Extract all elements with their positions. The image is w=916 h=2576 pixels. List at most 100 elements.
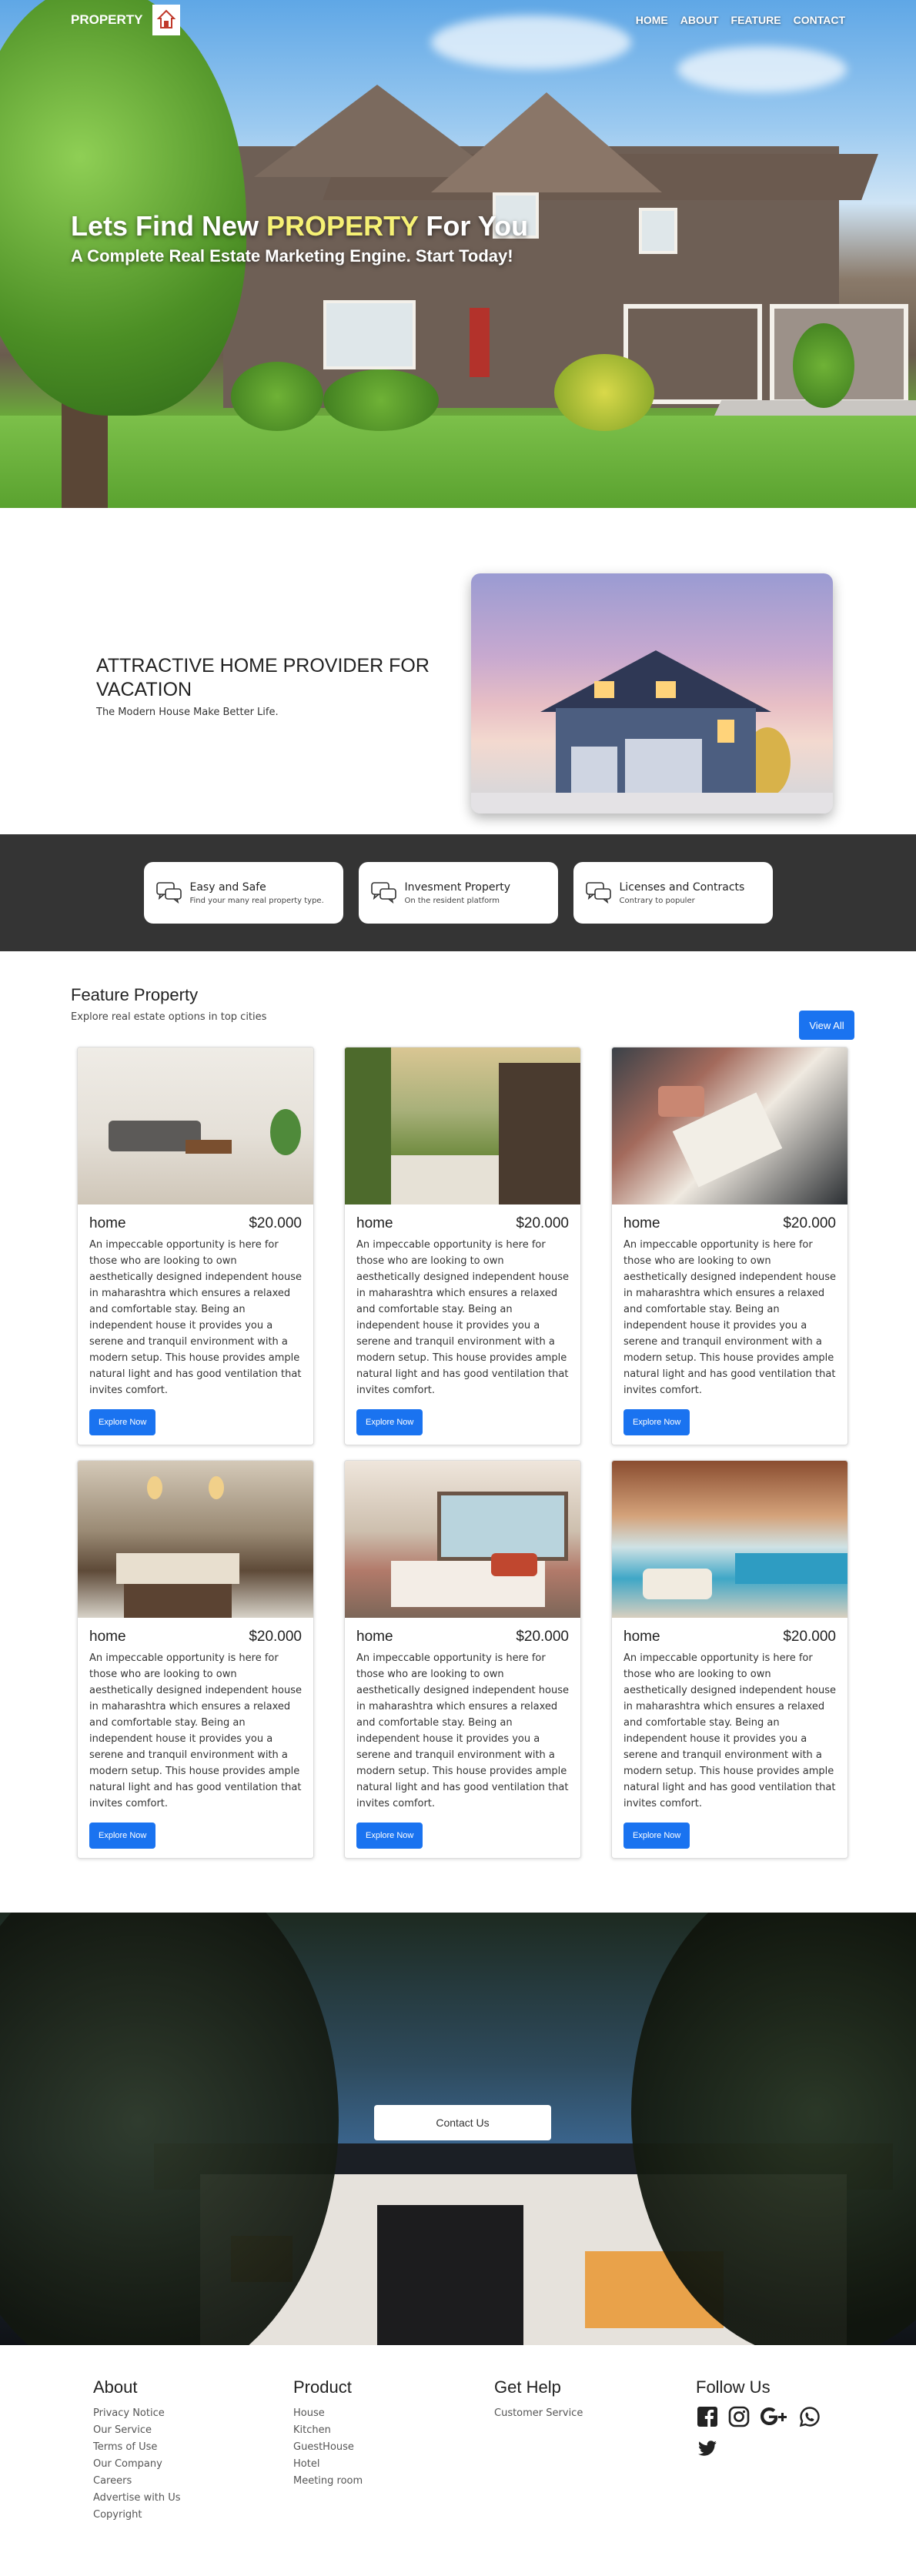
shrub: [554, 354, 654, 431]
house-window: [323, 300, 416, 369]
shrub: [793, 323, 854, 408]
section-header: Feature Property Explore real estate opt…: [71, 985, 854, 1047]
property-name: home: [356, 1629, 393, 1645]
features-bar: Easy and Safe Find your many real proper…: [0, 834, 916, 951]
footer-link[interactable]: Copyright: [93, 2507, 181, 2524]
property-name: home: [356, 1215, 393, 1231]
house-window: [639, 208, 677, 254]
feature-text: Invesment Property On the resident platf…: [405, 881, 511, 905]
property-price: $20.000: [249, 1629, 302, 1645]
property-name: home: [89, 1629, 126, 1645]
feature-card[interactable]: Easy and Safe Find your many real proper…: [143, 862, 343, 924]
footer-heading: Follow Us: [696, 2377, 771, 2397]
card-body: home $20.000 An impeccable opportunity is…: [345, 1618, 580, 1858]
property-name: home: [623, 1629, 660, 1645]
footer-link[interactable]: GuestHouse: [293, 2439, 363, 2456]
property-description: An impeccable opportunity is here for th…: [356, 1652, 569, 1809]
footer-link[interactable]: Careers: [93, 2473, 181, 2490]
footer-help: Get Help Customer Service: [494, 2377, 583, 2422]
contact-box: Contact Us: [374, 2105, 551, 2140]
footer-link[interactable]: Privacy Notice: [93, 2405, 181, 2422]
feature-text: Easy and Safe Find your many real proper…: [190, 881, 324, 905]
nav-home[interactable]: HOME: [636, 14, 668, 26]
feature-property-section: Feature Property Explore real estate opt…: [0, 951, 916, 1913]
footer-link[interactable]: Advertise with Us: [93, 2490, 181, 2507]
nav-contact[interactable]: CONTACT: [794, 14, 845, 26]
google-plus-icon[interactable]: [759, 2405, 790, 2428]
navbar: PROPERTY HOME ABOUT FEATURE CONTACT: [0, 0, 916, 40]
footer-link[interactable]: Terms of Use: [93, 2439, 181, 2456]
cloud: [677, 46, 847, 92]
whatsapp-icon[interactable]: [798, 2405, 821, 2428]
footer-link[interactable]: Kitchen: [293, 2422, 363, 2439]
about-tagline: The Modern House Make Better Life.: [96, 707, 279, 718]
hero-title: Lets Find New PROPERTY For You: [71, 209, 528, 243]
feature-card[interactable]: Licenses and Contracts Contrary to popul…: [573, 862, 773, 924]
footer-link[interactable]: Customer Service: [494, 2405, 583, 2422]
card-body: home $20.000 An impeccable opportunity is…: [612, 1204, 847, 1445]
hero-title-prefix: Lets Find New: [71, 210, 267, 242]
card-title-row: home $20.000: [623, 1629, 836, 1645]
nav-links: HOME ABOUT FEATURE CONTACT: [636, 14, 845, 26]
lit-window: [717, 720, 734, 743]
footer-heading: Get Help: [494, 2377, 561, 2397]
property-name: home: [89, 1215, 126, 1231]
contact-us-button[interactable]: Contact Us: [436, 2117, 489, 2129]
house-logo-icon: [152, 5, 180, 35]
lawn: [0, 416, 916, 508]
chat-bubbles-icon: [155, 882, 182, 904]
property-grid: home $20.000 An impeccable opportunity is…: [77, 1047, 916, 1859]
facebook-icon[interactable]: [696, 2405, 719, 2428]
instagram-icon[interactable]: [727, 2405, 751, 2428]
explore-now-button[interactable]: Explore Now: [623, 1409, 690, 1435]
explore-now-button[interactable]: Explore Now: [623, 1823, 690, 1849]
card-title-row: home $20.000: [356, 1629, 569, 1645]
twitter-icon[interactable]: [696, 2437, 719, 2460]
chat-bubbles-icon: [370, 882, 396, 904]
section-subtitle: Explore real estate options in top citie…: [71, 1011, 267, 1023]
view-all-button[interactable]: View All: [799, 1011, 854, 1040]
explore-now-button[interactable]: Explore Now: [89, 1823, 156, 1849]
property-description: An impeccable opportunity is here for th…: [623, 1652, 836, 1809]
nav-about[interactable]: ABOUT: [680, 14, 719, 26]
footer-link[interactable]: Hotel: [293, 2456, 363, 2473]
property-price: $20.000: [783, 1215, 836, 1231]
nav-feature[interactable]: FEATURE: [731, 14, 781, 26]
lit-window: [594, 681, 614, 698]
explore-now-button[interactable]: Explore Now: [356, 1823, 423, 1849]
about-house-image: [471, 573, 833, 814]
feature-subtitle: On the resident platform: [404, 896, 500, 905]
property-card: home $20.000 An impeccable opportunity is…: [77, 1047, 314, 1445]
footer-link[interactable]: Meeting room: [293, 2473, 363, 2490]
footer-link[interactable]: Our Company: [93, 2456, 181, 2473]
explore-now-button[interactable]: Explore Now: [356, 1409, 423, 1435]
feature-title: Licenses and Contracts: [619, 880, 745, 894]
hero-title-suffix: For You: [418, 210, 529, 242]
property-image: [612, 1047, 847, 1204]
property-description: An impeccable opportunity is here for th…: [356, 1239, 569, 1396]
property-price: $20.000: [516, 1215, 569, 1231]
property-card: home $20.000 An impeccable opportunity is…: [611, 1047, 848, 1445]
card-title-row: home $20.000: [623, 1215, 836, 1232]
feature-card[interactable]: Invesment Property On the resident platf…: [358, 862, 558, 924]
ground: [471, 793, 833, 814]
footer-link[interactable]: Our Service: [93, 2422, 181, 2439]
feature-title: Invesment Property: [404, 880, 511, 894]
property-image: [78, 1461, 313, 1618]
property-image: [78, 1047, 313, 1204]
card-title-row: home $20.000: [89, 1215, 302, 1232]
property-card: home $20.000 An impeccable opportunity is…: [344, 1047, 581, 1445]
property-image: [345, 1461, 580, 1618]
card-body: home $20.000 An impeccable opportunity is…: [78, 1204, 313, 1445]
brand[interactable]: PROPERTY: [71, 5, 180, 35]
hero-subtitle: A Complete Real Estate Marketing Engine.…: [71, 246, 513, 266]
entrance: [377, 2205, 523, 2345]
brand-name: PROPERTY: [71, 12, 143, 27]
explore-now-button[interactable]: Explore Now: [89, 1409, 156, 1435]
footer-link[interactable]: House: [293, 2405, 363, 2422]
footer-heading: About: [93, 2377, 138, 2397]
property-description: An impeccable opportunity is here for th…: [89, 1239, 302, 1396]
property-image: [345, 1047, 580, 1204]
section-title: Feature Property: [71, 985, 199, 1004]
feature-subtitle: Find your many real property type.: [189, 896, 324, 905]
